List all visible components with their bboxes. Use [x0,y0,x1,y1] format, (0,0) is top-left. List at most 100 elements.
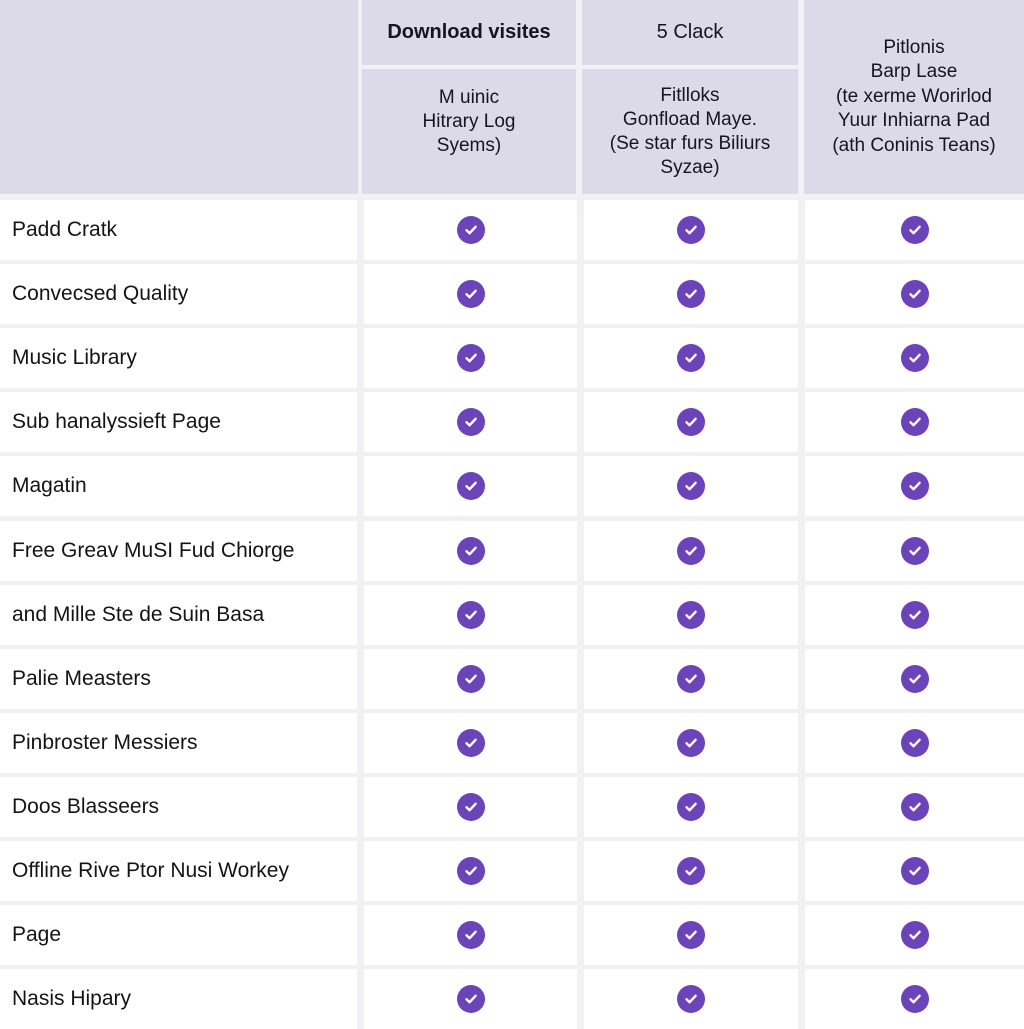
feature-cell [584,520,798,581]
row-label: Sub hanalyssieft Page [0,392,357,453]
table-row: and Mille Ste de Suin Basa [0,584,1024,645]
table-row: Nasis Hipary [0,969,1024,1029]
feature-cell [584,776,798,837]
check-circle-icon [900,792,929,821]
table-row: Offline Rive Ptor Nusi Workey [0,841,1024,901]
check-circle-icon [677,857,705,885]
row-label: Free Greav MuSI Fud Chiorge [0,520,357,581]
check-circle-icon [677,408,705,437]
feature-cell [805,712,1024,773]
feature-cell [805,905,1024,966]
feature-cell [364,969,577,1029]
row-label: Convecsed Quality [0,264,357,325]
row-label: Offline Rive Ptor Nusi Workey [0,841,357,901]
feature-cell [364,712,577,773]
feature-cell [805,841,1024,901]
check-circle-icon [677,536,705,565]
row-label: Nasis Hipary [0,969,357,1029]
check-circle-icon [900,536,929,565]
feature-cell [805,456,1024,517]
check-circle-icon [677,664,705,693]
check-circle-icon [677,728,705,757]
column-header-2-title: 5 Clack [582,0,798,65]
feature-cell [364,520,577,581]
check-circle-icon [900,280,929,309]
check-circle-icon [456,408,485,437]
table-row: Padd Cratk [0,200,1024,260]
check-circle-icon [677,792,705,821]
feature-cell [805,584,1024,645]
feature-cell [805,648,1024,709]
check-circle-icon [677,472,705,501]
table-row: Palie Measters [0,648,1024,709]
check-circle-icon [900,985,929,1014]
row-label: Magatin [0,456,357,517]
feature-cell [364,584,577,645]
feature-cell [364,392,577,453]
check-circle-icon [677,344,705,373]
feature-cell [364,841,577,901]
feature-cell [584,648,798,709]
feature-cell [584,841,798,901]
check-circle-icon [677,985,705,1014]
feature-cell [584,969,798,1029]
table-row: Page [0,905,1024,966]
feature-cell [364,264,577,325]
check-circle-icon [677,216,705,244]
check-circle-icon [900,921,929,950]
row-label: and Mille Ste de Suin Basa [0,584,357,645]
check-circle-icon [456,216,485,244]
feature-cell [584,905,798,966]
row-label: Music Library [0,328,357,389]
feature-cell [805,520,1024,581]
check-circle-icon [456,600,485,629]
table-row: Magatin [0,456,1024,517]
column-header-3-title: Pitlonis Barp Lase (te xerme Worirlod Yu… [804,0,1024,194]
feature-cell [584,264,798,325]
feature-cell [584,200,798,260]
check-circle-icon [677,280,705,309]
table-row: Free Greav MuSI Fud Chiorge [0,520,1024,581]
check-circle-icon [900,728,929,757]
check-circle-icon [456,472,485,501]
feature-cell [584,584,798,645]
feature-cell [364,905,577,966]
check-circle-icon [900,600,929,629]
table-row: Sub hanalyssieft Page [0,392,1024,453]
check-circle-icon [456,792,485,821]
feature-cell [364,200,577,260]
column-header-2-subtitle: Fitlloks Gonfload Maye. (Se star furs Bi… [582,69,798,194]
feature-cell [805,392,1024,453]
table-row: Music Library [0,328,1024,389]
feature-cell [805,969,1024,1029]
feature-cell [584,392,798,453]
check-circle-icon [456,728,485,757]
check-circle-icon [456,921,485,950]
column-header-1-title: Download visites [362,0,576,65]
check-circle-icon [456,280,485,309]
check-circle-icon [900,408,929,437]
feature-cell [364,648,577,709]
check-circle-icon [900,216,929,244]
feature-cell [364,456,577,517]
check-circle-icon [900,857,929,885]
header-corner-cell [0,0,358,194]
feature-cell [584,456,798,517]
feature-cell [805,200,1024,260]
check-circle-icon [900,472,929,501]
column-header-1-subtitle: M uinic Hitrary Log Syems) [362,69,576,194]
comparison-table: Download visites M uinic Hitrary Log Sye… [0,0,1024,1029]
check-circle-icon [456,985,485,1014]
feature-cell [584,712,798,773]
check-circle-icon [900,664,929,693]
feature-cell [584,328,798,389]
check-circle-icon [456,344,485,373]
table-row: Convecsed Quality [0,264,1024,325]
row-label: Palie Measters [0,648,357,709]
check-circle-icon [456,664,485,693]
feature-cell [805,776,1024,837]
row-label: Pinbroster Messiers [0,712,357,773]
table-row: Pinbroster Messiers [0,712,1024,773]
row-label: Page [0,905,357,966]
feature-cell [805,328,1024,389]
